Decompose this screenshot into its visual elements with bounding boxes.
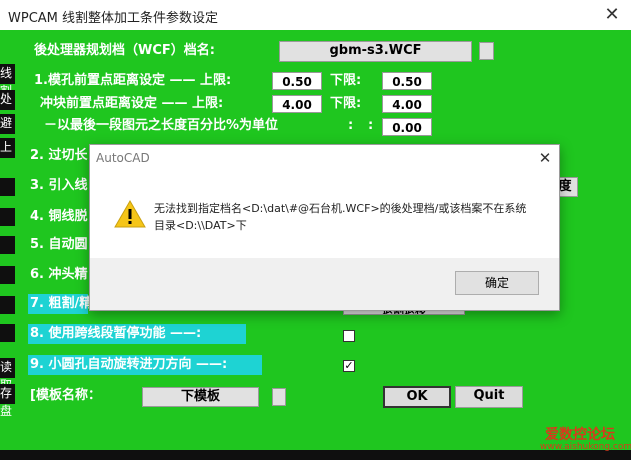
backdrop-strip [0,178,15,196]
row1-upper-field[interactable]: 0.50 [272,72,322,90]
backdrop-label: 存盘 [0,384,15,418]
dialog-close-button[interactable]: ✕ [534,147,556,169]
row3-label: 3. 引入线 [30,178,88,193]
backdrop-label: 上 [0,138,15,158]
row9-label: 9. 小圆孔自动旋转进刀方向 ——: [30,357,228,372]
row1b-upper-field[interactable]: 4.00 [272,95,322,113]
row2-label: 2. 过切长 [30,148,88,163]
dialog-message-line2: 目录<D:\\DAT>下 [154,219,247,232]
template-button[interactable]: 下模板 [142,387,259,407]
backdrop-bottom [0,450,631,460]
dialog-confirm-button[interactable]: 确定 [455,271,539,295]
row8-checkbox[interactable] [343,330,355,342]
post-processor-file-button[interactable]: gbm-s3.WCF [279,41,472,62]
post-processor-label: 後处理器规划档（WCF）档名: [34,43,215,58]
row1c-label: －以最後一段图元之长度百分比%为单位 [44,118,279,133]
backdrop-label: 处 [0,90,15,110]
row1-lower-field[interactable]: 0.50 [382,72,432,90]
row4-label: 4. 铜线脱 [30,209,88,224]
row1c-colon: : [348,118,354,133]
dialog-message-line1: 无法找到指定档名<D:\dat\#@石台机.WCF>的後处理档/或该档案不在系统 [154,202,527,215]
row1-label: 1.模孔前置点距离设定 —— 上限: [34,73,232,88]
backdrop-strip [0,266,15,284]
row9-checkbox[interactable]: ✓ [343,360,355,372]
ok-button[interactable]: OK [383,386,451,408]
backdrop-label: 读取 [0,358,15,392]
backdrop-strip [0,236,15,254]
row1c-colon: : [368,118,374,133]
backdrop-label: 线割 [0,64,15,98]
row5-label: 5. 自动圆 [30,237,88,252]
window-title: WPCAM 线割整体加工条件参数设定 [8,11,219,26]
row1b-label: 冲块前置点距离设定 —— 上限: [40,96,224,111]
watermark-url: www.aishukong.com [540,442,631,452]
quit-button[interactable]: Quit [455,386,523,408]
warning-icon [114,199,146,228]
row1b-lower-field[interactable]: 4.00 [382,95,432,113]
autocad-alert-dialog: AutoCAD ✕ 无法找到指定档名<D:\dat\#@石台机.WCF>的後处理… [89,144,560,311]
template-browse-button[interactable] [272,388,286,406]
row7-label: 7. 粗割/精 [30,296,93,311]
backdrop-label: 避 [0,114,15,134]
backdrop-strip [0,324,15,342]
dialog-title: AutoCAD [96,151,150,165]
row1b-lower-label: 下限: [330,96,362,111]
backdrop-strip [0,296,15,314]
template-label: [模板名称： [30,388,101,403]
title-bar: WPCAM 线割整体加工条件参数设定 ✕ [0,0,631,30]
row8-label: 8. 使用跨线段暂停功能 ——: [30,326,202,341]
browse-button[interactable] [479,42,494,60]
row6-label: 6. 冲头精 [30,267,88,282]
close-window-button[interactable]: ✕ [600,4,624,26]
watermark-text: 爱数控论坛 [545,427,615,443]
row1c-field[interactable]: 0.00 [382,118,432,136]
backdrop-strip [0,208,15,226]
row1-lower-label: 下限: [330,73,362,88]
